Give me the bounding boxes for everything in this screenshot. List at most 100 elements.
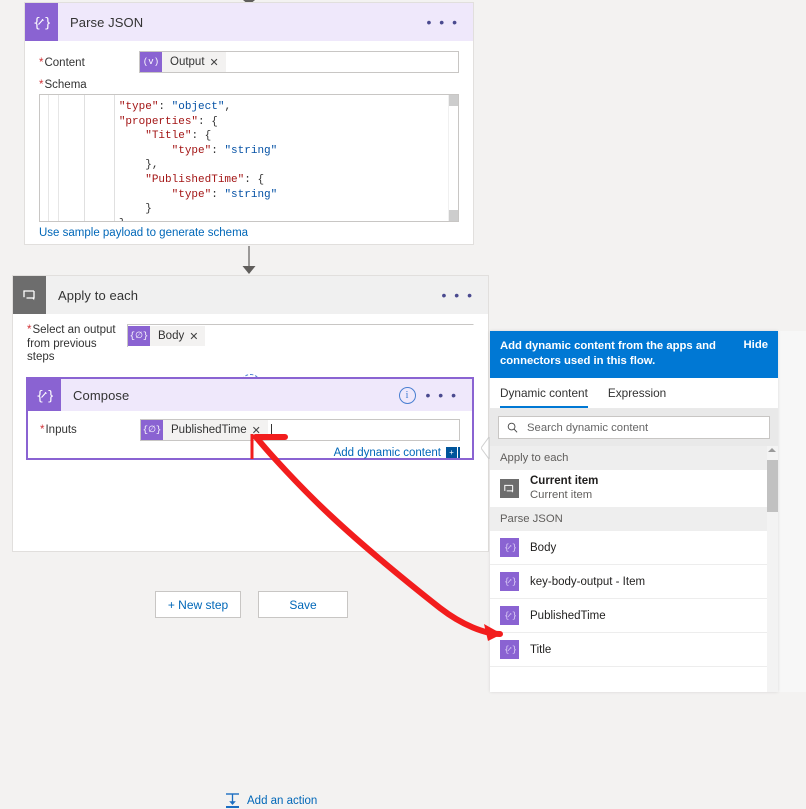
content-input[interactable]: (v) Output ✕ <box>139 51 459 73</box>
code-line: "properties": { <box>118 115 218 128</box>
remove-token-icon[interactable]: ✕ <box>210 56 226 69</box>
inputs-field-row: *Inputs {∅} PublishedTime ✕ <box>28 411 472 441</box>
schema-label: *Schema <box>39 79 87 91</box>
list-item-label: key-body-output - Item <box>530 575 646 588</box>
select-output-input[interactable]: {∅} Body ✕ <box>127 324 474 347</box>
list-item[interactable]: {} key-body-output - Item <box>490 565 778 599</box>
token-body[interactable]: {∅} Body ✕ <box>128 326 206 346</box>
braces-pencil-icon: {} <box>500 538 519 557</box>
search-area <box>490 409 778 446</box>
code-line: }, <box>145 159 159 172</box>
schema-scroll-thumb-bottom[interactable] <box>449 210 458 221</box>
loop-icon <box>500 479 519 498</box>
connector-parse-json-to-apply-each <box>242 246 256 274</box>
scroll-up-arrow-icon[interactable] <box>768 448 776 452</box>
dynamic-content-scrollbar[interactable] <box>767 446 778 692</box>
required-marker: * <box>39 57 44 69</box>
indent-guide <box>84 95 85 221</box>
dynamic-token-icon: (v) <box>140 52 162 72</box>
compose-menu-button[interactable]: • • • <box>426 387 472 403</box>
select-output-row: *Select an output from previous steps {∅… <box>13 314 488 365</box>
search-icon <box>507 422 518 433</box>
list-item-label: Body <box>530 541 557 554</box>
list-item-label: PublishedTime <box>530 609 606 622</box>
list-item[interactable]: {} PublishedTime <box>490 599 778 633</box>
apply-to-each-menu-button[interactable]: • • • <box>442 287 488 303</box>
code-line: "type": "string" <box>171 188 278 201</box>
apply-to-each-header[interactable]: Apply to each • • • <box>13 276 488 314</box>
schema-scroll-thumb-top[interactable] <box>449 95 458 106</box>
schema-editor[interactable]: "type": "object", "properties": { "Title… <box>39 94 459 222</box>
remove-token-icon[interactable]: ✕ <box>189 330 205 343</box>
dynamic-content-list[interactable]: Apply to each Current item Current item Par… <box>490 446 778 692</box>
required-marker: * <box>39 79 44 91</box>
braces-pencil-icon: { } <box>25 3 58 41</box>
add-an-action-button[interactable]: Add an action <box>225 793 317 809</box>
apply-to-each-title: Apply to each <box>58 287 139 303</box>
svg-text:}: } <box>44 16 50 30</box>
inputs-label: *Inputs <box>40 424 77 436</box>
content-label: *Content <box>39 57 85 69</box>
add-dynamic-content-badge[interactable]: + <box>446 447 457 459</box>
required-marker: * <box>40 424 45 436</box>
info-icon[interactable]: i <box>398 386 416 404</box>
code-line: "Title": { <box>145 130 212 143</box>
content-field-row: *Content (v) Output ✕ <box>25 41 473 73</box>
token-publishedtime[interactable]: {∅} PublishedTime ✕ <box>141 420 268 440</box>
braces-pencil-icon: {} <box>500 606 519 625</box>
compose-header[interactable]: { } Compose i • • • <box>28 379 472 411</box>
loop-icon <box>13 276 46 314</box>
tab-dynamic-content[interactable]: Dynamic content <box>500 378 588 408</box>
remove-token-icon[interactable]: ✕ <box>252 424 268 437</box>
compose-title: Compose <box>73 387 130 403</box>
dynamic-content-panel: Add dynamic content from the apps and co… <box>490 331 778 692</box>
svg-text:}: } <box>511 611 515 621</box>
collapse-panel-chevron-icon[interactable] <box>481 437 490 459</box>
list-item[interactable]: {} Title <box>490 633 778 667</box>
dynamic-token-icon: {∅} <box>141 420 163 440</box>
svg-text:}: } <box>511 645 515 655</box>
new-step-button[interactable]: + New step <box>155 591 241 618</box>
use-sample-payload-link[interactable]: Use sample payload to generate schema <box>39 227 248 239</box>
add-action-icon <box>226 793 239 808</box>
parse-json-title: Parse JSON <box>70 14 144 30</box>
parse-json-menu-button[interactable]: • • • <box>427 14 473 30</box>
schema-code[interactable]: "type": "object", "properties": { "Title… <box>40 95 458 221</box>
svg-text:}: } <box>511 577 515 587</box>
token-output[interactable]: (v) Output ✕ <box>140 52 226 72</box>
list-item-label: Title <box>530 643 552 656</box>
svg-text:}: } <box>47 389 53 403</box>
save-button[interactable]: Save <box>258 591 348 618</box>
hide-panel-button[interactable]: Hide <box>736 339 768 351</box>
add-dynamic-content-link[interactable]: Add dynamic content <box>334 447 441 459</box>
add-dynamic-content-row: Add dynamic content + <box>28 441 472 459</box>
indent-guide <box>114 95 115 221</box>
compose-card: { } Compose i • • • *Inputs {∅} Publishe… <box>26 377 474 460</box>
list-group-header: Parse JSON <box>490 507 778 531</box>
list-group-header: Apply to each <box>490 446 778 470</box>
parse-json-card: { } Parse JSON • • • *Content (v) Output… <box>24 2 474 245</box>
list-item[interactable]: Current item Current item <box>490 470 778 507</box>
panel-right-background <box>778 331 806 692</box>
tab-expression[interactable]: Expression <box>608 378 666 408</box>
scrollbar-thumb[interactable] <box>767 460 778 512</box>
braces-pencil-icon: {} <box>500 572 519 591</box>
select-output-label: *Select an output from previous steps <box>27 324 116 363</box>
dynamic-content-panel-header: Add dynamic content from the apps and co… <box>490 331 778 378</box>
braces-pencil-icon: { } <box>28 379 61 411</box>
editor-gutter <box>40 95 49 221</box>
code-line: "PublishedTime": { <box>145 173 265 186</box>
dynamic-content-panel-header-text: Add dynamic content from the apps and co… <box>500 340 716 367</box>
parse-json-header[interactable]: { } Parse JSON • • • <box>25 3 473 41</box>
list-item-label: Current item <box>530 475 599 487</box>
list-item[interactable]: {} Body <box>490 531 778 565</box>
search-input[interactable] <box>518 420 769 435</box>
search-box[interactable] <box>498 416 770 439</box>
list-item-text-block: Current item Current item <box>530 475 598 502</box>
svg-text:}: } <box>511 543 515 553</box>
schema-scrollbar[interactable] <box>448 95 458 221</box>
code-line: }, <box>66 218 132 221</box>
inputs-input[interactable]: {∅} PublishedTime ✕ <box>140 419 460 441</box>
code-line: "type": "object", <box>118 101 232 113</box>
list-item-sublabel: Current item <box>530 489 593 501</box>
